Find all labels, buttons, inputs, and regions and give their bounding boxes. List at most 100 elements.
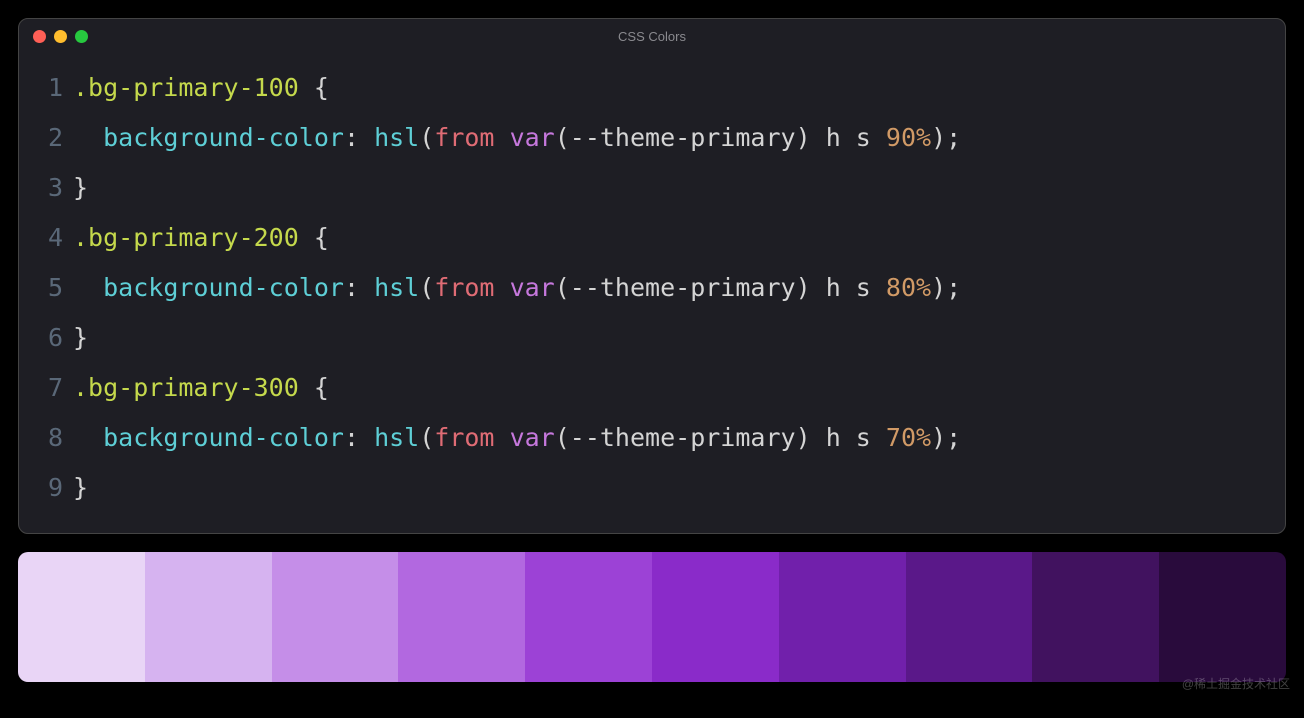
code-token: ( [419,273,434,302]
code-token: 70% [886,423,931,452]
code-token: { [314,223,329,252]
code-token [73,123,103,152]
traffic-lights [33,30,88,43]
code-token: ( [555,423,570,452]
code-token: } [73,323,88,352]
code-line: 3} [35,163,1269,213]
code-token: ) [796,273,811,302]
code-token [359,423,374,452]
line-number: 7 [35,363,63,413]
code-token: ( [555,273,570,302]
code-token: hsl [374,423,419,452]
code-token: ( [419,423,434,452]
watermark: @稀土掘金技术社区 [1182,675,1290,692]
line-content: background-color: hsl(from var(--theme-p… [73,413,961,463]
code-token [299,373,314,402]
code-token: background-color [103,423,344,452]
line-number: 4 [35,213,63,263]
code-token: : [344,273,359,302]
code-token: var [510,123,555,152]
code-token: background-color [103,123,344,152]
code-token: var [510,423,555,452]
line-content: .bg-primary-100 { [73,63,329,113]
code-line: 7.bg-primary-300 { [35,363,1269,413]
code-line: 9} [35,463,1269,513]
code-line: 6} [35,313,1269,363]
code-token: ( [555,123,570,152]
code-token: hsl [374,273,419,302]
code-token [359,123,374,152]
maximize-icon[interactable] [75,30,88,43]
code-token: ( [419,123,434,152]
code-token: from [434,123,494,152]
code-token: from [434,273,494,302]
line-number: 1 [35,63,63,113]
code-token: ) [931,273,946,302]
code-token: ) [931,123,946,152]
code-token: from [434,423,494,452]
code-line: 1.bg-primary-100 { [35,63,1269,113]
code-token: 90% [886,123,931,152]
code-token [811,123,826,152]
code-token [811,423,826,452]
color-swatch-6 [652,552,779,682]
code-token [299,73,314,102]
code-token: --theme-primary [570,423,796,452]
code-token [495,273,510,302]
code-token: var [510,273,555,302]
code-token [359,273,374,302]
color-swatch-4 [398,552,525,682]
title-bar: CSS Colors [19,19,1285,53]
code-token: { [314,73,329,102]
line-content: background-color: hsl(from var(--theme-p… [73,113,961,163]
code-token: ; [946,423,961,452]
color-swatch-2 [145,552,272,682]
line-number: 8 [35,413,63,463]
code-token [811,273,826,302]
code-token [495,423,510,452]
line-number: 5 [35,263,63,313]
code-token: ; [946,273,961,302]
editor-window: CSS Colors 1.bg-primary-100 {2 backgroun… [18,18,1286,534]
color-swatch-row [18,552,1286,682]
code-token: background-color [103,273,344,302]
color-swatch-10 [1159,552,1286,682]
code-token: .bg-primary-100 [73,73,299,102]
code-token [299,223,314,252]
line-content: background-color: hsl(from var(--theme-p… [73,263,961,313]
code-token: ) [796,123,811,152]
code-token: } [73,173,88,202]
line-number: 6 [35,313,63,363]
line-number: 3 [35,163,63,213]
code-token: .bg-primary-200 [73,223,299,252]
close-icon[interactable] [33,30,46,43]
code-line: 8 background-color: hsl(from var(--theme… [35,413,1269,463]
code-area[interactable]: 1.bg-primary-100 {2 background-color: hs… [19,53,1285,533]
code-token: { [314,373,329,402]
code-token: --theme-primary [570,123,796,152]
code-token: } [73,473,88,502]
code-line: 4.bg-primary-200 { [35,213,1269,263]
code-token: ) [931,423,946,452]
code-token: h s [826,273,886,302]
code-token: 80% [886,273,931,302]
code-token: h s [826,423,886,452]
line-number: 2 [35,113,63,163]
minimize-icon[interactable] [54,30,67,43]
code-token: h s [826,123,886,152]
line-content: .bg-primary-200 { [73,213,329,263]
color-swatch-9 [1032,552,1159,682]
color-swatch-8 [906,552,1033,682]
line-content: } [73,313,88,363]
color-swatch-3 [272,552,399,682]
code-line: 2 background-color: hsl(from var(--theme… [35,113,1269,163]
line-number: 9 [35,463,63,513]
code-token [73,423,103,452]
code-token: .bg-primary-300 [73,373,299,402]
code-token: ) [796,423,811,452]
window-title: CSS Colors [618,29,686,44]
color-swatch-7 [779,552,906,682]
code-token: : [344,123,359,152]
line-content: .bg-primary-300 { [73,363,329,413]
code-token [73,273,103,302]
